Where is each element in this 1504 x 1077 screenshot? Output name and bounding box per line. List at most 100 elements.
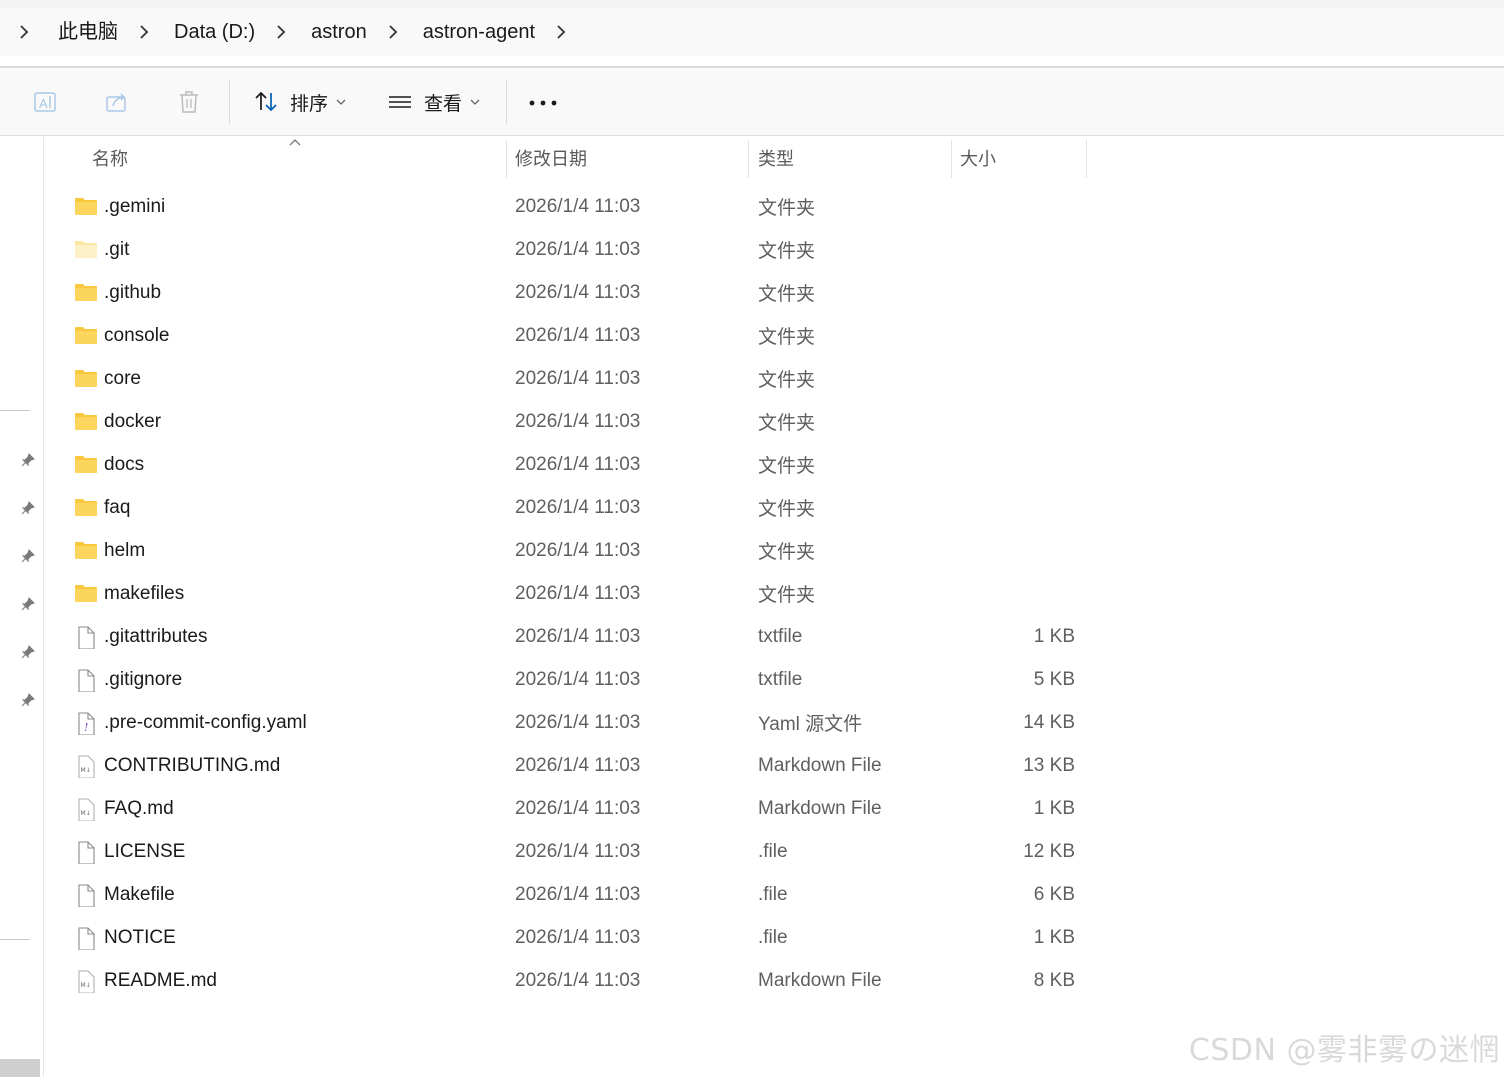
pin-icon[interactable] bbox=[20, 548, 36, 564]
file-modified-date: 2026/1/4 11:03 bbox=[515, 625, 641, 647]
folder-hidden-icon bbox=[74, 238, 98, 260]
file-icon bbox=[74, 883, 98, 908]
file-name: helm bbox=[104, 539, 146, 561]
file-name: LICENSE bbox=[104, 840, 186, 862]
column-header-name-label: 名称 bbox=[92, 149, 128, 169]
file-name: faq bbox=[104, 496, 131, 518]
chevron-right-icon[interactable] bbox=[381, 25, 405, 39]
file-size: 1 KB bbox=[1033, 926, 1075, 948]
window-top-strip bbox=[0, 0, 1504, 8]
markdown-file-icon: M↓ bbox=[74, 797, 98, 822]
file-type: 文件夹 bbox=[758, 456, 816, 477]
sort-button[interactable]: 排序 bbox=[252, 82, 346, 122]
file-row[interactable]: makefiles 2026/1/4 11:03 文件夹 bbox=[60, 572, 1090, 615]
file-row[interactable]: LICENSE 2026/1/4 11:03 .file 12 KB bbox=[60, 830, 1090, 873]
folder-icon bbox=[74, 281, 98, 303]
file-type: 文件夹 bbox=[758, 542, 816, 563]
file-row[interactable]: .github 2026/1/4 11:03 文件夹 bbox=[60, 271, 1090, 314]
file-row[interactable]: Makefile 2026/1/4 11:03 .file 6 KB bbox=[60, 873, 1090, 916]
share-button[interactable] bbox=[102, 82, 132, 122]
column-header-size[interactable]: 大小 bbox=[960, 137, 1084, 179]
file-row[interactable]: docker 2026/1/4 11:03 文件夹 bbox=[60, 400, 1090, 443]
pin-icon[interactable] bbox=[20, 644, 36, 660]
file-modified-date: 2026/1/4 11:03 bbox=[515, 668, 641, 690]
file-size: 6 KB bbox=[1033, 883, 1075, 905]
file-modified-date: 2026/1/4 11:03 bbox=[515, 453, 641, 475]
svg-text:A: A bbox=[39, 96, 48, 111]
file-row[interactable]: M↓ CONTRIBUTING.md 2026/1/4 11:03 Markdown … bbox=[60, 744, 1090, 787]
file-modified-date: 2026/1/4 11:03 bbox=[515, 238, 641, 260]
file-row[interactable]: ! .pre-commit-config.yaml 2026/1/4 11:03 Ya… bbox=[60, 701, 1090, 744]
view-button[interactable]: 查看 bbox=[386, 82, 480, 122]
chevron-right-icon[interactable] bbox=[269, 25, 293, 39]
breadcrumb: 此电脑 Data (D:) astron astron-agent bbox=[0, 8, 1504, 56]
file-row[interactable]: faq 2026/1/4 11:03 文件夹 bbox=[60, 486, 1090, 529]
toolbar-separator bbox=[506, 80, 507, 124]
breadcrumb-item-astron[interactable]: astron bbox=[293, 8, 381, 56]
breadcrumb-item-this-pc[interactable]: 此电脑 bbox=[48, 8, 132, 56]
file-row[interactable]: helm 2026/1/4 11:03 文件夹 bbox=[60, 529, 1090, 572]
file-row[interactable]: .gemini 2026/1/4 11:03 文件夹 bbox=[60, 185, 1090, 228]
pin-icon[interactable] bbox=[20, 452, 36, 468]
yaml-file-icon: ! bbox=[74, 711, 98, 736]
file-row[interactable]: .gitattributes 2026/1/4 11:03 txtfile 1 KB bbox=[60, 615, 1090, 658]
breadcrumb-expand-chevron-icon[interactable] bbox=[0, 25, 48, 39]
file-type: Markdown File bbox=[758, 754, 882, 776]
file-modified-date: 2026/1/4 11:03 bbox=[515, 281, 641, 303]
file-name: .gitignore bbox=[104, 668, 183, 690]
file-icon bbox=[74, 926, 98, 951]
file-type: 文件夹 bbox=[758, 198, 816, 219]
column-header-name[interactable]: 名称 bbox=[92, 137, 502, 179]
column-divider[interactable] bbox=[951, 140, 952, 178]
file-row[interactable]: .gitignore 2026/1/4 11:03 txtfile 5 KB bbox=[60, 658, 1090, 701]
chevron-right-icon[interactable] bbox=[132, 25, 156, 39]
chevron-down-icon bbox=[470, 99, 480, 105]
svg-text:M↓: M↓ bbox=[81, 982, 91, 989]
file-row[interactable]: console 2026/1/4 11:03 文件夹 bbox=[60, 314, 1090, 357]
svg-text:M↓: M↓ bbox=[81, 810, 91, 817]
file-name: makefiles bbox=[104, 582, 185, 604]
share-icon bbox=[106, 93, 126, 112]
file-row[interactable]: M↓ README.md 2026/1/4 11:03 Markdown File 8 … bbox=[60, 959, 1090, 1002]
sort-icon bbox=[255, 91, 277, 112]
file-modified-date: 2026/1/4 11:03 bbox=[515, 754, 641, 776]
watermark: CSDN @雾非雾の迷惘 bbox=[1188, 1033, 1500, 1068]
file-modified-date: 2026/1/4 11:03 bbox=[515, 969, 641, 991]
file-row[interactable]: M↓ FAQ.md 2026/1/4 11:03 Markdown File 1 KB bbox=[60, 787, 1090, 830]
folder-icon bbox=[74, 582, 98, 604]
column-divider[interactable] bbox=[1086, 140, 1087, 178]
file-icon bbox=[74, 668, 98, 693]
column-header-size-label: 大小 bbox=[960, 149, 996, 169]
pin-icon[interactable] bbox=[20, 596, 36, 612]
file-row[interactable]: docs 2026/1/4 11:03 文件夹 bbox=[60, 443, 1090, 486]
file-name: CONTRIBUTING.md bbox=[104, 754, 281, 776]
markdown-file-icon: M↓ bbox=[74, 969, 98, 994]
folder-icon bbox=[74, 410, 98, 432]
pin-icon[interactable] bbox=[20, 500, 36, 516]
file-size: 1 KB bbox=[1033, 797, 1075, 819]
pin-icon[interactable] bbox=[20, 692, 36, 708]
file-row[interactable]: core 2026/1/4 11:03 文件夹 bbox=[60, 357, 1090, 400]
column-header-type[interactable]: 类型 bbox=[758, 137, 948, 179]
file-name: docker bbox=[104, 410, 162, 432]
file-row[interactable]: .git 2026/1/4 11:03 文件夹 bbox=[60, 228, 1090, 271]
column-divider[interactable] bbox=[506, 140, 507, 178]
more-options-button[interactable] bbox=[526, 82, 560, 122]
column-divider[interactable] bbox=[748, 140, 749, 178]
file-modified-date: 2026/1/4 11:03 bbox=[515, 840, 641, 862]
file-type: Markdown File bbox=[758, 797, 882, 819]
column-header-modified[interactable]: 修改日期 bbox=[515, 137, 745, 179]
breadcrumb-item-astron-agent[interactable]: astron-agent bbox=[405, 8, 549, 56]
file-type: 文件夹 bbox=[758, 499, 816, 520]
file-row[interactable]: NOTICE 2026/1/4 11:03 .file 1 KB bbox=[60, 916, 1090, 959]
nav-scrollbar[interactable] bbox=[0, 1059, 40, 1077]
delete-button[interactable] bbox=[174, 82, 204, 122]
breadcrumb-item-data-drive[interactable]: Data (D:) bbox=[156, 8, 269, 56]
rename-button[interactable]: A bbox=[30, 82, 60, 122]
chevron-right-icon[interactable] bbox=[549, 25, 573, 39]
file-modified-date: 2026/1/4 11:03 bbox=[515, 195, 641, 217]
file-name: .pre-commit-config.yaml bbox=[104, 711, 307, 733]
file-type: txtfile bbox=[758, 625, 803, 647]
file-size: 13 KB bbox=[1023, 754, 1075, 776]
trash-icon bbox=[180, 91, 198, 113]
